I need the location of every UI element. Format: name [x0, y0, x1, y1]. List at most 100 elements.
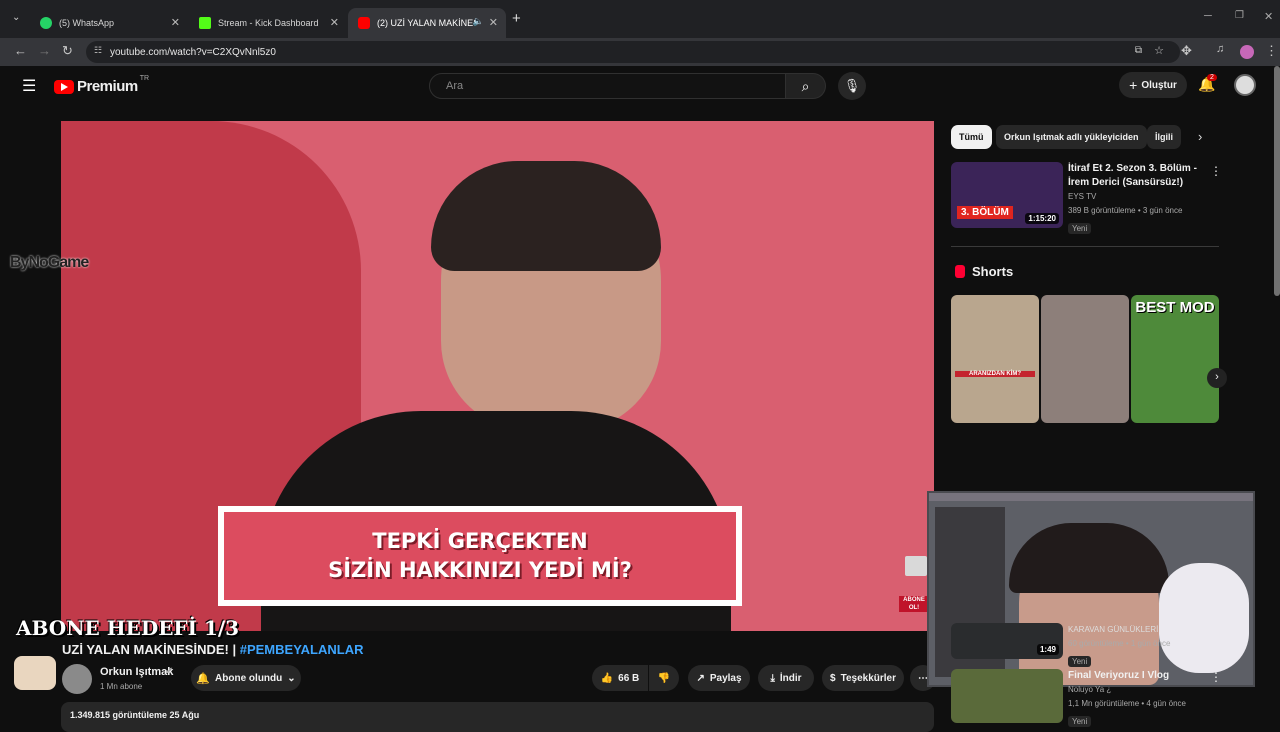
install-app-icon[interactable]: ⧉	[1135, 45, 1142, 56]
account-avatar[interactable]	[1234, 74, 1256, 96]
duration-badge: 1:49	[1036, 644, 1059, 655]
recommended-title: İtiraf Et 2. Sezon 3. Bölüm - İrem Deric…	[1068, 163, 1197, 188]
address-bar[interactable]: ☷ youtube.com/watch?v=C2XQvNnl5z0 ⧉ ☆	[86, 41, 1180, 63]
reload-icon[interactable]: ↻	[62, 43, 73, 59]
close-tab-icon[interactable]: ✕	[330, 16, 339, 29]
recommended-thumbnail[interactable]: 1:49	[951, 623, 1063, 659]
share-button[interactable]: ↗ Paylaş	[688, 665, 750, 691]
subscriber-count: 1 Mn abone	[100, 682, 143, 691]
recommended-info[interactable]: İtiraf Et 2. Sezon 3. Bölüm - İrem Deric…	[1068, 162, 1208, 236]
chip-from-uploader[interactable]: Orkun Işıtmak adlı yükleyiciden	[996, 125, 1147, 149]
search-input[interactable]: Ara	[429, 73, 786, 99]
voice-search-button[interactable]: 🎙	[838, 72, 866, 100]
url-text: youtube.com/watch?v=C2XQvNnl5z0	[110, 46, 276, 58]
recommended-meta: 1,1 Mn görüntüleme • 4 gün önce	[1068, 699, 1186, 708]
hashtag-link[interactable]: #PEMBEYALANLAR	[240, 642, 364, 657]
channel-avatar[interactable]	[62, 664, 92, 694]
shorts-heading: Shorts	[972, 264, 1014, 279]
more-vertical-icon[interactable]: ⋮	[1210, 670, 1222, 684]
thumb-banner: 3. BÖLÜM	[957, 206, 1013, 219]
video-person-hair	[431, 161, 661, 271]
plus-icon: +	[1129, 77, 1138, 93]
back-arrow-icon[interactable]: ←	[14, 43, 27, 58]
audio-playing-icon[interactable]: 🔈	[473, 16, 484, 27]
forward-arrow-icon[interactable]: →	[38, 43, 51, 58]
shorts-next-button[interactable]: ›	[1207, 368, 1227, 388]
close-tab-icon[interactable]: ✕	[171, 16, 180, 29]
video-stats: 1.349.815 görüntüleme 25 Ağu	[70, 710, 200, 720]
tab-youtube[interactable]: (2) UZİ YALAN MAKİNESİNDE 🔈 ✕	[348, 8, 506, 38]
youtube-play-icon	[54, 79, 74, 94]
bynogame-watermark: ByNoGame	[10, 254, 89, 271]
recommended-info[interactable]: Final Veriyoruz I Vlog Noluyo Ya ¿ 1,1 M…	[1068, 669, 1208, 729]
like-button[interactable]: 👍 66 B	[592, 665, 648, 691]
short-thumbnail-2[interactable]	[1041, 295, 1129, 423]
video-player[interactable]: TEPKİ GERÇEKTEN SİZİN HAKKINIZI YEDİ Mİ?…	[61, 121, 934, 631]
short-thumbnail-1[interactable]: ARANIZDAN KİM?	[951, 295, 1039, 423]
recommended-thumbnail[interactable]	[951, 669, 1063, 723]
profile-avatar-icon[interactable]	[1240, 45, 1254, 59]
bell-icon: 🔔	[196, 672, 211, 685]
chip-all[interactable]: Tümü	[951, 125, 992, 149]
channel-name[interactable]: Orkun Işıtmak	[100, 666, 173, 678]
youtube-logo[interactable]: Premium TR	[54, 75, 149, 95]
caption-line-1: TEPKİ GERÇEKTEN	[372, 529, 588, 553]
tab-label: (5) WhatsApp	[59, 18, 115, 28]
hamburger-menu-icon[interactable]: ☰	[22, 76, 36, 96]
thanks-label: Teşekkürler	[840, 672, 896, 684]
chevron-down-icon: ⌄	[287, 672, 296, 684]
browser-tab-bar: ⌄ (5) WhatsApp ✕ Stream - Kick Dashboard…	[0, 0, 1280, 38]
thanks-button[interactable]: $ Teşekkürler	[822, 665, 904, 691]
share-icon: ↗	[696, 672, 705, 684]
kick-icon	[199, 17, 211, 29]
tab-label: Stream - Kick Dashboard	[218, 18, 319, 28]
create-button[interactable]: + Oluştur	[1119, 72, 1187, 98]
recommended-thumbnail[interactable]: 3. BÖLÜM 1:15:20	[951, 162, 1063, 228]
youtube-icon	[358, 17, 370, 29]
description-box[interactable]: 1.349.815 görüntüleme 25 Ağu	[61, 702, 934, 732]
page-scrollbar[interactable]	[1274, 66, 1280, 296]
recommended-meta: 60 görüntüleme • 1 gün önce	[1068, 639, 1171, 648]
close-tab-icon[interactable]: ✕	[489, 16, 498, 29]
tab-whatsapp[interactable]: (5) WhatsApp ✕	[30, 8, 188, 38]
youtube-page: ☰ Premium TR Ara ⌕ 🎙 + Oluştur 🔔 2 TEPKİ…	[0, 66, 1280, 732]
section-divider	[951, 246, 1219, 247]
more-vertical-icon[interactable]: ⋮	[1210, 164, 1222, 178]
thumbs-up-icon: 👍	[600, 672, 614, 684]
dislike-button[interactable]: 👎	[649, 665, 679, 691]
media-control-icon[interactable]: ♫	[1216, 43, 1224, 55]
like-count: 66 B	[618, 672, 640, 684]
close-window-icon[interactable]: ✕	[1264, 10, 1273, 23]
chevron-right-icon[interactable]: ›	[1198, 129, 1202, 144]
browser-toolbar: ← → ↻ ☷ youtube.com/watch?v=C2XQvNnl5z0 …	[0, 38, 1280, 66]
browser-menu-icon[interactable]: ⋮	[1265, 43, 1278, 59]
recommended-title: KARAVAN GÜNLÜKLERİ	[1068, 625, 1159, 634]
webcam-frame-bar	[929, 493, 1253, 501]
new-badge: Yeni	[1068, 716, 1092, 727]
bookmark-star-icon[interactable]: ☆	[1154, 44, 1164, 57]
tab-search-dropdown[interactable]: ⌄	[12, 12, 20, 23]
new-tab-button[interactable]: +	[512, 10, 521, 27]
download-button[interactable]: ⤓ İndir	[758, 665, 814, 691]
pixel-cat-overlay	[14, 656, 56, 690]
verified-icon: ✔	[165, 666, 174, 677]
minimize-window-icon[interactable]: ─	[1204, 10, 1212, 22]
extensions-icon[interactable]: ✥	[1181, 43, 1192, 59]
new-badge: Yeni	[1068, 223, 1092, 234]
tab-kick[interactable]: Stream - Kick Dashboard ✕	[189, 8, 347, 38]
recommended-info[interactable]: KARAVAN GÜNLÜKLERİ 60 görüntüleme • 1 gü…	[1068, 623, 1208, 669]
subscribe-bell-overlay	[905, 556, 927, 576]
site-info-icon[interactable]: ☷	[94, 45, 102, 56]
duration-badge: 1:15:20	[1025, 213, 1059, 224]
new-badge: Yeni	[1068, 656, 1092, 667]
download-icon: ⤓	[770, 672, 775, 684]
chip-related[interactable]: İlgili	[1147, 125, 1181, 149]
download-label: İndir	[779, 672, 802, 684]
restore-window-icon[interactable]: ❐	[1235, 10, 1244, 21]
subscriber-goal-overlay: ABONE HEDEFİ 1/3	[16, 616, 240, 640]
recommended-channel: Noluyo Ya ¿	[1068, 685, 1112, 694]
short-thumbnail-3[interactable]: BEST MOD	[1131, 295, 1219, 423]
subscribed-button[interactable]: 🔔 Abone olundu ⌄	[191, 665, 301, 691]
search-button[interactable]: ⌕	[786, 73, 826, 99]
video-caption-card: TEPKİ GERÇEKTEN SİZİN HAKKINIZI YEDİ Mİ?	[218, 506, 742, 606]
